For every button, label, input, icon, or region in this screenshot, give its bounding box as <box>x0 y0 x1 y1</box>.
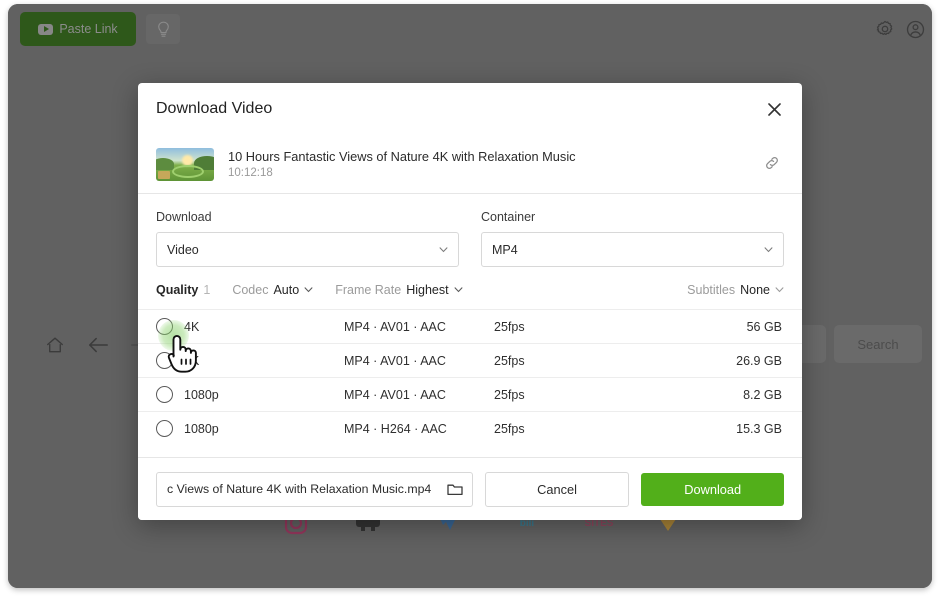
modal-footer: c Views of Nature 4K with Relaxation Mus… <box>138 457 802 520</box>
table-row[interactable]: 1080p MP4 · AV01 · AAC 25fps 8.2 GB <box>138 377 802 411</box>
modal-body: Download Video Container MP4 Quality 1 C… <box>138 194 802 457</box>
thumbnail-badge <box>158 170 170 179</box>
download-type-group: Download Video <box>156 210 459 267</box>
filename-value: c Views of Nature 4K with Relaxation Mus… <box>167 482 432 496</box>
video-title: 10 Hours Fantastic Views of Nature 4K wi… <box>228 149 576 164</box>
close-icon <box>767 102 781 116</box>
modal-overlay: Download Video 10 Hours Fantastic Views <box>8 4 932 588</box>
thumbnail-hill-left <box>156 157 174 170</box>
container-label: Container <box>481 210 536 224</box>
quality-filter-count: 1 <box>203 283 211 297</box>
quality-name: 1080p <box>184 421 219 436</box>
table-row[interactable]: 4K MP4 · AV01 · AAC 25fps 56 GB <box>138 309 802 343</box>
quality-size: 15.3 GB <box>736 421 782 436</box>
video-info-row: 10 Hours Fantastic Views of Nature 4K wi… <box>138 135 802 194</box>
quality-name: 2K <box>184 353 200 368</box>
download-type-value: Video <box>167 242 199 257</box>
video-duration: 10:12:18 <box>228 167 273 179</box>
filename-input[interactable]: c Views of Nature 4K with Relaxation Mus… <box>156 471 473 507</box>
quality-codec: MP4 · AV01 · AAC <box>344 387 446 402</box>
download-video-modal: Download Video 10 Hours Fantastic Views <box>138 83 802 520</box>
container-group: Container MP4 <box>481 210 784 267</box>
folder-glyph <box>447 484 463 496</box>
subtitles-filter[interactable]: Subtitles None <box>687 283 784 297</box>
chevron-down-icon <box>764 246 773 252</box>
quality-name: 4K <box>184 319 200 334</box>
quality-size: 26.9 GB <box>736 353 782 368</box>
download-type-select[interactable]: Video <box>156 232 459 267</box>
quality-size: 8.2 GB <box>743 387 782 402</box>
selector-row: Download Video Container MP4 <box>138 194 802 267</box>
download-type-label: Download <box>156 210 212 224</box>
quality-radio[interactable] <box>156 318 173 335</box>
container-value: MP4 <box>492 242 518 257</box>
quality-radio[interactable] <box>156 386 173 403</box>
quality-name: 1080p <box>184 387 219 402</box>
thumbnail-ring <box>172 164 204 178</box>
quality-fps: 25fps <box>494 387 525 402</box>
framerate-filter[interactable]: Frame Rate Highest <box>335 283 463 297</box>
chevron-down-icon <box>454 287 463 293</box>
table-row[interactable]: 1080p MP4 · H264 · AAC 25fps 15.3 GB <box>138 411 802 445</box>
subtitles-filter-label: Subtitles <box>687 283 736 297</box>
quality-radio[interactable] <box>156 352 173 369</box>
download-label: Download <box>684 481 742 497</box>
quality-codec: MP4 · H264 · AAC <box>344 421 447 436</box>
quality-size: 56 GB <box>746 319 782 334</box>
download-button[interactable]: Download <box>641 472 784 506</box>
chevron-down-icon <box>775 287 784 293</box>
subtitles-filter-value: None <box>740 283 770 297</box>
close-button[interactable] <box>763 98 785 120</box>
framerate-filter-label: Frame Rate <box>335 283 402 297</box>
filter-row: Quality 1 Codec Auto Frame Rate Highest <box>138 267 802 309</box>
table-row[interactable]: 2K MP4 · AV01 · AAC 25fps 26.9 GB <box>138 343 802 377</box>
cancel-button[interactable]: Cancel <box>484 471 630 507</box>
container-select[interactable]: MP4 <box>481 232 784 267</box>
quality-fps: 25fps <box>494 353 525 368</box>
thumbnail-sun <box>182 154 193 166</box>
cancel-label: Cancel <box>537 481 577 497</box>
page-title: Download Video <box>156 100 273 117</box>
quality-filter: Quality 1 <box>156 283 210 297</box>
quality-fps: 25fps <box>494 421 525 436</box>
quality-filter-label: Quality <box>156 283 199 297</box>
quality-radio[interactable] <box>156 420 173 437</box>
codec-filter[interactable]: Codec Auto <box>232 283 313 297</box>
video-thumbnail <box>156 147 214 181</box>
modal-header: Download Video <box>138 83 802 135</box>
quality-option-list: 4K MP4 · AV01 · AAC 25fps 56 GB 2K MP4 ·… <box>138 309 802 445</box>
chevron-down-icon <box>304 287 313 293</box>
video-meta: 10 Hours Fantastic Views of Nature 4K wi… <box>228 149 576 179</box>
quality-codec: MP4 · AV01 · AAC <box>344 319 446 334</box>
codec-filter-value: Auto <box>273 283 300 297</box>
folder-icon[interactable] <box>447 481 464 498</box>
app-window: Paste Link Search bili SITES Download Vi… <box>8 4 932 588</box>
chevron-down-icon <box>439 246 448 252</box>
framerate-filter-value: Highest <box>406 283 449 297</box>
quality-fps: 25fps <box>494 319 525 334</box>
link-icon <box>766 157 778 169</box>
quality-codec: MP4 · AV01 · AAC <box>344 353 446 368</box>
codec-filter-label: Codec <box>232 283 269 297</box>
copy-link-button[interactable] <box>762 153 782 173</box>
